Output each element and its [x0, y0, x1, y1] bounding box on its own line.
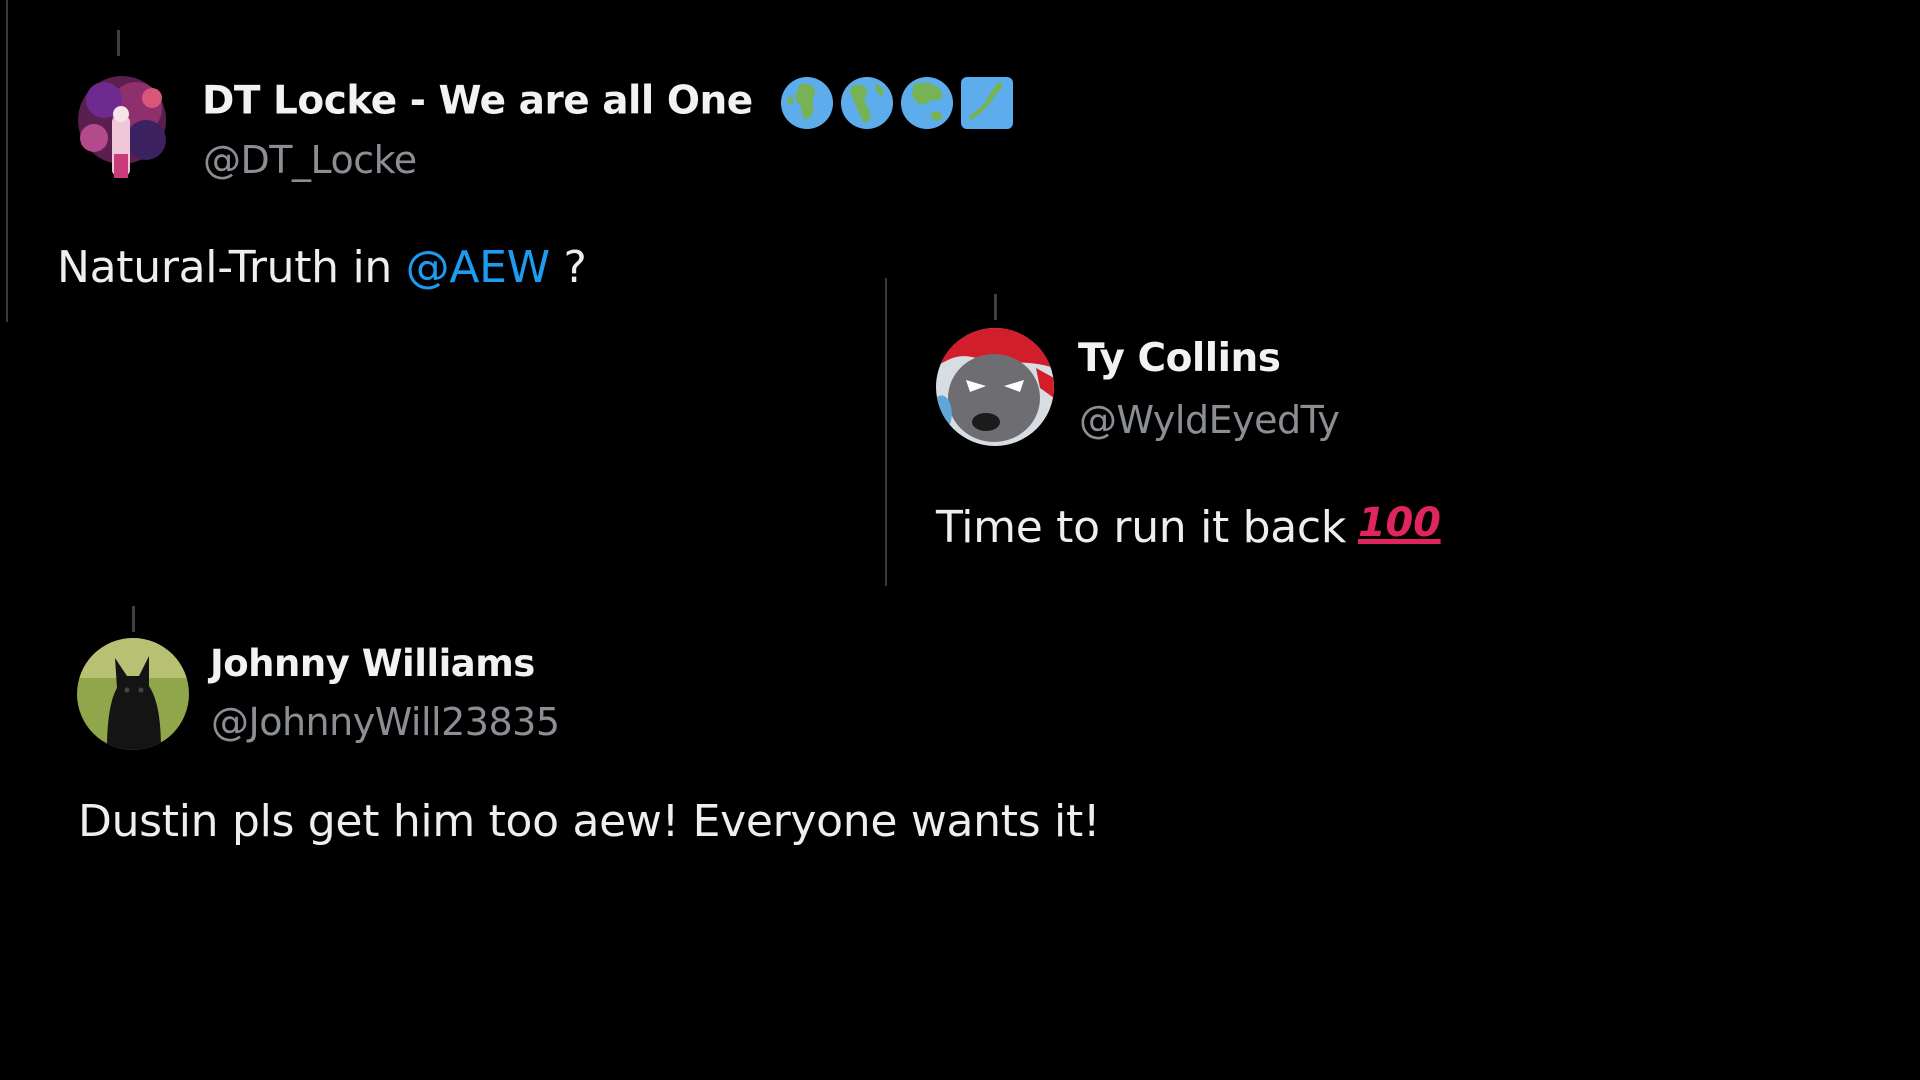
map-of-japan-icon	[960, 77, 1013, 129]
tweet-johnny-williams[interactable]: Johnny Williams @JohnnyWill23835 Dustin …	[0, 600, 1200, 860]
globe-americas-icon	[840, 77, 893, 129]
tweet-dt-locke[interactable]: DT Locke - We are all One @DT_Locke Natu…	[0, 0, 1013, 300]
name-emojis	[780, 76, 1014, 130]
tweet-text: Natural-Truth in @AEW ?	[57, 242, 587, 293]
tweet-text-before: Natural-Truth in	[57, 242, 406, 293]
display-name[interactable]: Johnny Williams	[210, 642, 535, 685]
thread-line-middle	[885, 278, 887, 586]
display-name[interactable]: Ty Collins	[1078, 336, 1281, 381]
avatar-dt-locke-image	[64, 68, 174, 186]
handle[interactable]: @DT_Locke	[203, 138, 417, 182]
handle[interactable]: @JohnnyWill23835	[211, 700, 560, 744]
tweet-text: Dustin pls get him too aew! Everyone wan…	[78, 796, 1101, 847]
globe-europe-africa-icon	[780, 77, 833, 129]
avatar[interactable]	[77, 638, 189, 750]
tweet-text-after: ?	[549, 242, 587, 293]
avatar[interactable]	[64, 68, 174, 186]
thread-tick	[994, 294, 997, 320]
handle[interactable]: @WyldEyedTy	[1079, 398, 1340, 442]
display-name-text: DT Locke - We are all One	[202, 78, 753, 124]
hundred-points-icon: 100	[1358, 500, 1441, 546]
avatar-johnny-williams-image	[77, 638, 189, 750]
globe-asia-australia-icon	[900, 77, 953, 129]
display-name[interactable]: DT Locke - We are all One	[202, 76, 1014, 130]
tweet-text-content: Time to run it back	[936, 502, 1347, 553]
tweet-text: Time to run it back 100	[936, 500, 1441, 553]
tweet-ty-collins[interactable]: Ty Collins @WyldEyedTy Time to run it ba…	[900, 280, 1900, 580]
mention-link[interactable]: @AEW	[406, 242, 551, 293]
avatar-ty-collins-image	[936, 328, 1054, 446]
thread-tick	[117, 30, 120, 56]
avatar[interactable]	[936, 328, 1054, 446]
thread-tick	[132, 606, 135, 632]
